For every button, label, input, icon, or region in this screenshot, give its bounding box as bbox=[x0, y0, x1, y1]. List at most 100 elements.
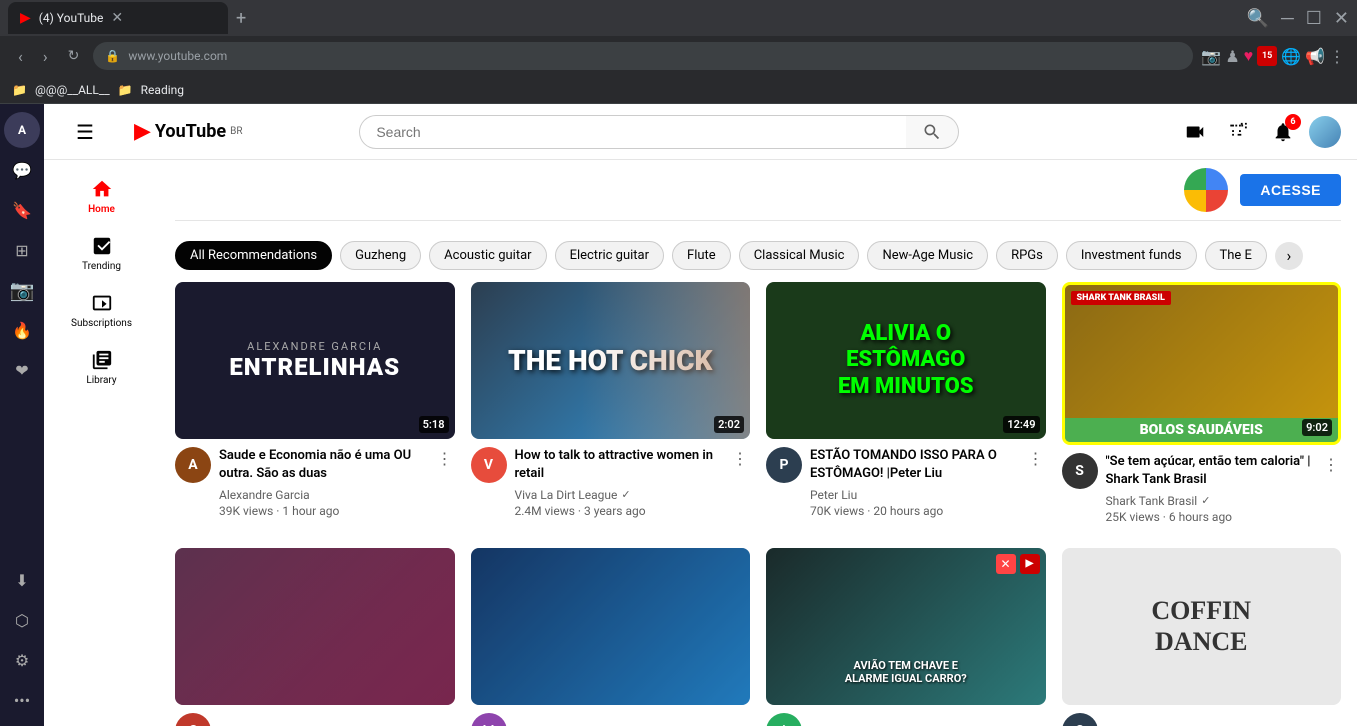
video-card-3[interactable]: ALIVIA OESTÔMAGOEM MINUTOS 12:49 P ESTÃO… bbox=[766, 282, 1046, 532]
video-thumb-8[interactable]: COFFINDANCE bbox=[1062, 548, 1342, 705]
app-icon-more[interactable]: ••• bbox=[4, 682, 40, 718]
chip-electric-guitar[interactable]: Electric guitar bbox=[555, 241, 664, 270]
video-menu-2[interactable]: ⋮ bbox=[730, 447, 750, 517]
bookmark-reading[interactable]: Reading bbox=[141, 83, 184, 97]
video-thumb-6[interactable] bbox=[471, 548, 751, 705]
channel-avatar-7[interactable]: A bbox=[766, 713, 802, 726]
app-icon-cube[interactable]: ⬡ bbox=[4, 602, 40, 638]
video-card-2[interactable]: THE HOT CHICK 2:02 V How to talk to attr… bbox=[471, 282, 751, 532]
menu-dots-button[interactable]: ⋮ bbox=[1329, 47, 1345, 66]
minimize-button[interactable]: ─ bbox=[1281, 8, 1294, 29]
tab-close-button[interactable]: ✕ bbox=[111, 10, 123, 26]
app-icon-4[interactable]: 🔥 bbox=[4, 312, 40, 348]
thumb-airplane-text: AVIÃO TEM CHAVE EALARME IGUAL CARRO? bbox=[766, 659, 1046, 685]
video-card-6[interactable]: M bbox=[471, 548, 751, 726]
video-thumb-5[interactable] bbox=[175, 548, 455, 705]
video-menu-4[interactable]: ⋮ bbox=[1321, 453, 1341, 523]
app-icon-2[interactable]: 🔖 bbox=[4, 192, 40, 228]
video-thumb-7[interactable]: ✕ ▶ AVIÃO TEM CHAVE EALARME IGUAL CARRO? bbox=[766, 548, 1046, 705]
extension-icon-red[interactable]: 15 bbox=[1257, 46, 1277, 66]
app-icon-instagram[interactable]: 📷 bbox=[4, 272, 40, 308]
browser-chrome: ▶ (4) YouTube ✕ + 🔍 ─ ☐ ✕ ‹ › ↻ 🔒 www.yo… bbox=[0, 0, 1357, 104]
hamburger-menu-button[interactable]: ☰ bbox=[60, 112, 110, 152]
channel-avatar-4[interactable]: S bbox=[1062, 453, 1098, 489]
app-icon-6[interactable]: ⬇ bbox=[4, 562, 40, 598]
google-signin-banner: ACESSE bbox=[175, 160, 1341, 221]
chips-scroll-right[interactable]: › bbox=[1275, 242, 1303, 270]
video-duration-2: 2:02 bbox=[714, 416, 744, 433]
youtube-logo[interactable]: ▶ YouTube BR bbox=[134, 119, 243, 144]
close-window-button[interactable]: ✕ bbox=[1334, 8, 1349, 29]
app-icon-profile[interactable]: A bbox=[4, 112, 40, 148]
channel-avatar-3[interactable]: P bbox=[766, 447, 802, 483]
chip-new-age-music[interactable]: New-Age Music bbox=[867, 241, 988, 270]
tab-bar: ▶ (4) YouTube ✕ + 🔍 ─ ☐ ✕ bbox=[0, 0, 1357, 36]
chip-rpgs[interactable]: RPGs bbox=[996, 241, 1058, 270]
video-card-7[interactable]: ✕ ▶ AVIÃO TEM CHAVE EALARME IGUAL CARRO?… bbox=[766, 548, 1046, 726]
video-thumb-2[interactable]: THE HOT CHICK 2:02 bbox=[471, 282, 751, 439]
video-camera-button[interactable] bbox=[1177, 114, 1213, 150]
user-avatar[interactable] bbox=[1309, 116, 1341, 148]
video-menu-3[interactable]: ⋮ bbox=[1026, 447, 1046, 517]
video-duration-3: 12:49 bbox=[1003, 416, 1039, 433]
video-card-8[interactable]: COFFINDANCE C bbox=[1062, 548, 1342, 726]
window-controls: 🔍 ─ ☐ ✕ bbox=[1247, 8, 1349, 29]
extension-icon-sound[interactable]: 📢 bbox=[1305, 47, 1325, 66]
apps-grid-button[interactable] bbox=[1221, 114, 1257, 150]
chip-guzheng[interactable]: Guzheng bbox=[340, 241, 421, 270]
sidebar-item-library[interactable]: Library bbox=[44, 339, 159, 396]
channel-avatar-6[interactable]: M bbox=[471, 713, 507, 726]
channel-avatar-2[interactable]: V bbox=[471, 447, 507, 483]
heart-icon[interactable]: ♥ bbox=[1244, 46, 1254, 66]
tab-title: (4) YouTube bbox=[39, 11, 104, 25]
chip-flute[interactable]: Flute bbox=[672, 241, 731, 270]
forward-button[interactable]: › bbox=[37, 43, 54, 70]
extension-icon-1[interactable]: ♟ bbox=[1225, 47, 1239, 66]
search-input[interactable] bbox=[359, 115, 906, 149]
notifications-button[interactable]: 6 bbox=[1265, 114, 1301, 150]
reload-button[interactable]: ↻ bbox=[62, 44, 86, 68]
app-icon-1[interactable]: 💬 bbox=[4, 152, 40, 188]
sidebar-item-home[interactable]: Home bbox=[44, 168, 159, 225]
video-menu-1[interactable]: ⋮ bbox=[435, 447, 455, 517]
maximize-button[interactable]: ☐ bbox=[1306, 8, 1322, 29]
active-tab[interactable]: ▶ (4) YouTube ✕ bbox=[8, 2, 228, 34]
chip-acoustic-guitar[interactable]: Acoustic guitar bbox=[429, 241, 546, 270]
camera-icon bbox=[1184, 121, 1206, 143]
app-icon-5[interactable]: ❤ bbox=[4, 352, 40, 388]
video-thumb-4[interactable]: SHARK TANK BRASIL BOLOS SAUDÁVEIS 9:02 bbox=[1062, 282, 1342, 445]
notification-badge: 6 bbox=[1285, 114, 1301, 130]
search-icon[interactable]: 🔍 bbox=[1247, 8, 1269, 29]
screenshot-icon[interactable]: 📷 bbox=[1201, 47, 1221, 66]
video-duration-4: 9:02 bbox=[1302, 419, 1332, 436]
bookmark-all[interactable]: @@@__ALL__ bbox=[35, 83, 110, 97]
address-bar[interactable]: 🔒 www.youtube.com bbox=[93, 42, 1193, 70]
video-details-1: Saude e Economia não é uma OU outra. São… bbox=[219, 447, 427, 517]
video-grid-row2: C M ✕ ▶ AVIÃO TEM CHAVE EALARME IG bbox=[175, 548, 1341, 726]
extension-icon-chrome[interactable]: 🌐 bbox=[1281, 47, 1301, 66]
channel-avatar-5[interactable]: C bbox=[175, 713, 211, 726]
video-thumb-3[interactable]: ALIVIA OESTÔMAGOEM MINUTOS 12:49 bbox=[766, 282, 1046, 439]
main-content: ACESSE All Recommendations Guzheng Acous… bbox=[159, 160, 1357, 726]
video-card-1[interactable]: ALEXANDRE GARCIA ENTRELINHAS 5:18 A Saud… bbox=[175, 282, 455, 532]
acesse-button[interactable]: ACESSE bbox=[1240, 174, 1341, 206]
channel-avatar-1[interactable]: A bbox=[175, 447, 211, 483]
app-icon-3[interactable]: ⊞ bbox=[4, 232, 40, 268]
sidebar-item-subscriptions[interactable]: Subscriptions bbox=[44, 282, 159, 339]
youtube-logo-icon: ▶ bbox=[134, 119, 151, 144]
verified-badge-4: ✓ bbox=[1201, 494, 1210, 507]
new-tab-button[interactable]: + bbox=[232, 4, 250, 33]
chip-investment-funds[interactable]: Investment funds bbox=[1066, 241, 1197, 270]
video-card-4[interactable]: SHARK TANK BRASIL BOLOS SAUDÁVEIS 9:02 S… bbox=[1062, 282, 1342, 532]
video-card-5[interactable]: C bbox=[175, 548, 455, 726]
chip-all-recommendations[interactable]: All Recommendations bbox=[175, 241, 332, 270]
video-thumb-1[interactable]: ALEXANDRE GARCIA ENTRELINHAS 5:18 bbox=[175, 282, 455, 439]
chip-the-e[interactable]: The E bbox=[1205, 241, 1267, 270]
channel-avatar-8[interactable]: C bbox=[1062, 713, 1098, 726]
chip-classical-music[interactable]: Classical Music bbox=[739, 241, 860, 270]
search-button[interactable] bbox=[906, 115, 959, 149]
video-grid: ALEXANDRE GARCIA ENTRELINHAS 5:18 A Saud… bbox=[175, 282, 1341, 548]
back-button[interactable]: ‹ bbox=[12, 43, 29, 70]
app-icon-settings[interactable]: ⚙ bbox=[4, 642, 40, 678]
sidebar-item-trending[interactable]: Trending bbox=[44, 225, 159, 282]
